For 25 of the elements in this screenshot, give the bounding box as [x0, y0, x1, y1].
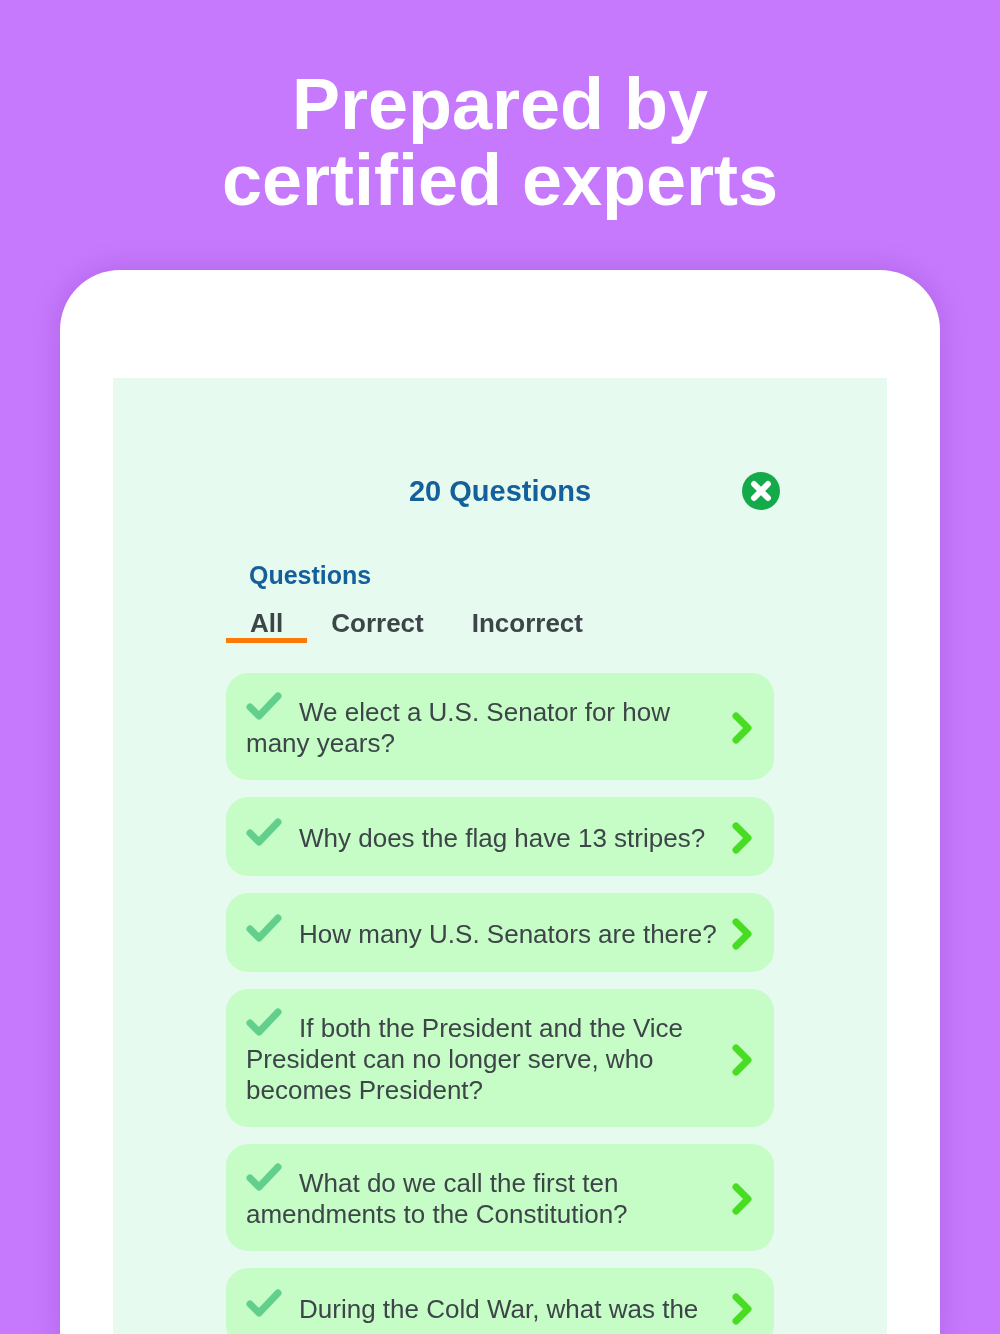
question-text: How many U.S. Senators are there? — [299, 918, 717, 949]
chevron-right-icon — [731, 821, 753, 855]
question-text: What do we call the first ten amendments to the Constitution? — [246, 1168, 628, 1229]
question-text: We elect a U.S. Senator for how many years? — [246, 697, 670, 758]
chevron-right-icon — [731, 711, 753, 745]
section-label: Questions — [249, 560, 372, 590]
chevron-right-icon — [731, 917, 753, 951]
tab[interactable]: Incorrect — [447, 608, 607, 643]
close-icon[interactable] — [742, 472, 780, 510]
panel-title: 20 Questions — [408, 474, 592, 508]
question-text: Why does the flag have 13 stripes? — [299, 822, 706, 853]
question-text: During the Cold War, what was the — [299, 1293, 699, 1324]
question-item[interactable]: During the Cold War, what was the — [226, 1268, 774, 1334]
chevron-right-icon — [731, 1182, 753, 1216]
tab[interactable]: All — [226, 608, 308, 643]
question-item[interactable]: If both the President and the Vice President can no longer serve, who becomes President? — [226, 989, 774, 1127]
question-text: If both the President and the Vice President can no longer serve, who becomes President? — [246, 1013, 683, 1105]
headline: Prepared by certified experts — [220, 66, 780, 218]
chevron-right-icon — [731, 1292, 753, 1326]
question-item[interactable]: How many U.S. Senators are there? — [226, 893, 774, 972]
question-item[interactable]: Why does the flag have 13 stripes? — [226, 797, 774, 876]
question-item[interactable]: We elect a U.S. Senator for how many years? — [226, 673, 774, 780]
question-item[interactable]: What do we call the first ten amendments to the Constitution? — [226, 1144, 774, 1251]
chevron-right-icon — [731, 1042, 753, 1077]
tab[interactable]: Correct — [307, 608, 448, 643]
